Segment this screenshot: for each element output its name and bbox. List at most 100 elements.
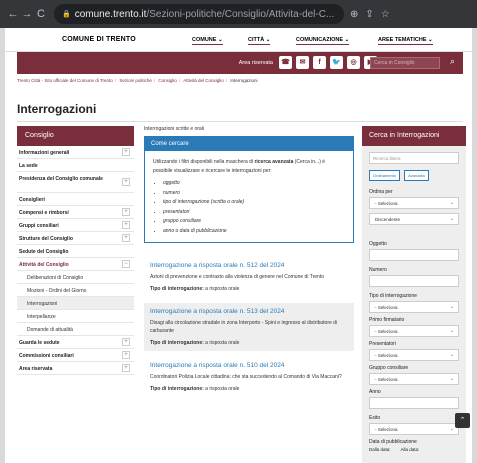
breadcrumb-item[interactable]: Consiglio xyxy=(158,78,177,83)
expand-icon[interactable]: + xyxy=(122,148,130,156)
sidebar-title: Consiglio xyxy=(17,126,134,146)
result-type: Tipo di interrogazione: a risposta orale xyxy=(150,340,240,346)
result-title-link[interactable]: Interrogazione a risposta orale n. 510 d… xyxy=(150,362,348,369)
gruppo-select[interactable]: - Seleziona ⌄ xyxy=(369,373,459,385)
tipo-label: Tipo di interrogazione xyxy=(369,293,417,299)
web-page: COMUNE DI TRENTO COMUNE ⌄ CITTÀ ⌄ COMUNI… xyxy=(5,28,472,463)
list-item: gruppo consiliare xyxy=(163,217,345,227)
sidebar-item[interactable]: La sede xyxy=(17,159,134,172)
scroll-to-top-icon[interactable]: ⌃ xyxy=(455,413,470,428)
breadcrumb-item[interactable]: Attività del Consiglio xyxy=(183,78,224,83)
collapse-icon[interactable]: − xyxy=(122,260,130,268)
instagram-icon[interactable]: ◎ xyxy=(347,56,360,69)
sidebar-item[interactable]: Area riservata + xyxy=(17,362,134,375)
sidebar-item[interactable]: Guarda le sedute + xyxy=(17,336,134,349)
anno-label: Anno xyxy=(369,389,381,395)
presentatori-select[interactable]: - Seleziona ⌄ xyxy=(369,349,459,361)
sidebar-subitem[interactable]: Domande di attualità xyxy=(17,323,134,336)
sidebar-item[interactable]: Informazioni generali + xyxy=(17,146,134,159)
share-icon[interactable]: ⇪ xyxy=(365,9,373,20)
sidebar-item[interactable]: Presidenza del Consiglio comunale + xyxy=(17,172,134,193)
result-title-link[interactable]: Interrogazione a risposta orale n. 512 d… xyxy=(150,262,348,269)
order-label: Ordina per xyxy=(369,189,393,195)
breadcrumb-item[interactable]: Trento Città - Sito ufficiale del Comune… xyxy=(17,78,113,83)
reload-icon[interactable]: C xyxy=(34,8,48,20)
url-host: comune.trento.it xyxy=(74,8,147,20)
result-type: Tipo di interrogazione: a risposta orale xyxy=(150,286,240,292)
expand-icon[interactable]: + xyxy=(122,364,130,372)
sidebar-subitem-active[interactable]: Interrogazioni xyxy=(17,297,134,310)
site-header: COMUNE DI TRENTO COMUNE ⌄ CITTÀ ⌄ COMUNI… xyxy=(5,28,472,52)
search-panel: Cerca in Interrogazioni Ricerca libera O… xyxy=(362,126,466,463)
sidebar-item[interactable]: Compensi e rimborsi + xyxy=(17,206,134,219)
result-title-link[interactable]: Interrogazione a risposta orale n. 513 d… xyxy=(150,308,348,315)
result-item: Interrogazione a risposta orale n. 512 d… xyxy=(144,257,354,297)
sidebar-item-attivita[interactable]: Attività del Consiglio − xyxy=(17,258,134,271)
url-path: /Sezioni-politiche/Consiglio/Attivita-de… xyxy=(146,8,335,20)
primo-firmatario-select[interactable]: - Seleziona ⌄ xyxy=(369,325,459,337)
mail-icon[interactable]: ✉ xyxy=(296,56,309,69)
search-icon[interactable]: ⌕ xyxy=(450,56,455,67)
presentatori-label: Presentatori xyxy=(369,341,396,347)
howto-box: Come cercare Utilizzando i filtri dispon… xyxy=(144,136,354,243)
breadcrumb-item[interactable]: Sezioni politiche xyxy=(119,78,152,83)
gruppo-label: Gruppo consiliare xyxy=(369,365,409,371)
chevron-down-icon: ⌄ xyxy=(449,304,454,310)
forward-arrow-icon[interactable]: → xyxy=(20,8,34,20)
order-select[interactable]: - Seleziona ⌄ xyxy=(369,197,459,209)
result-item: Interrogazione a risposta orale n. 510 d… xyxy=(144,357,354,397)
area-riservata-link[interactable]: Area riservata xyxy=(239,60,273,66)
page-title: Interrogazioni xyxy=(17,102,97,116)
result-description: Disagi alla circolazione stradale in zon… xyxy=(150,320,338,334)
sidebar-item[interactable]: Consiglieri xyxy=(17,193,134,206)
nav-comunicazione[interactable]: COMUNICAZIONE ⌄ xyxy=(296,37,350,45)
nav-comune[interactable]: COMUNE ⌄ xyxy=(192,37,223,45)
list-item: tipo di interrogazione (scritta o orale) xyxy=(163,198,345,208)
sidebar-item[interactable]: Gruppi consiliari + xyxy=(17,219,134,232)
chevron-down-icon: ⌄ xyxy=(449,200,454,206)
advanced-button[interactable]: Avanzata xyxy=(404,170,429,181)
expand-icon[interactable]: + xyxy=(122,221,130,229)
header-search-input[interactable]: Cerca in Consiglio xyxy=(370,57,440,69)
back-arrow-icon[interactable]: ← xyxy=(6,8,20,20)
esito-label: Esito xyxy=(369,415,381,421)
numero-input[interactable] xyxy=(369,275,459,287)
esito-select[interactable]: - Seleziona ⌄ xyxy=(369,423,459,435)
sidebar-subitem[interactable]: Deliberazioni di Consiglio xyxy=(17,271,134,284)
sidebar-item[interactable]: Sedute del Consiglio xyxy=(17,245,134,258)
tipo-select[interactable]: - Seleziona ⌄ xyxy=(369,301,459,313)
sidebar-subitem[interactable]: Interpellanze xyxy=(17,310,134,323)
site-logo[interactable]: COMUNE DI TRENTO xyxy=(62,36,136,43)
direction-select[interactable]: Discendente ⌄ xyxy=(369,213,459,225)
phone-icon[interactable]: ☎ xyxy=(279,56,292,69)
nav-citta[interactable]: CITTÀ ⌄ xyxy=(248,37,271,45)
address-bar[interactable]: 🔒 comune.trento.it/Sezioni-politiche/Con… xyxy=(54,4,344,24)
bookmark-star-icon[interactable]: ☆ xyxy=(381,9,390,20)
sidebar-item[interactable]: Commissioni consiliari + xyxy=(17,349,134,362)
result-type: Tipo di interrogazione: a risposta orale xyxy=(150,386,240,392)
free-search-input[interactable]: Ricerca libera xyxy=(369,152,459,164)
data-pubblicazione-label: Data di pubblicazione xyxy=(369,439,417,445)
expand-icon[interactable]: + xyxy=(122,351,130,359)
nav-aree-tematiche[interactable]: AREE TEMATICHE ⌄ xyxy=(378,37,433,45)
howto-title: Come cercare xyxy=(145,137,353,151)
howto-body: Utilizzando i filtri disponibili nella m… xyxy=(145,151,353,242)
expand-icon[interactable]: + xyxy=(122,234,130,242)
result-description: Coordinatori Polizia Locale cittadina: c… xyxy=(150,374,342,380)
breadcrumb-current: Interrogazioni xyxy=(230,78,258,83)
list-item: presentatori xyxy=(163,208,345,218)
zoom-icon[interactable]: ⊕ xyxy=(350,9,358,20)
result-item: Interrogazione a risposta orale n. 513 d… xyxy=(144,303,354,351)
sidebar-subitem[interactable]: Mozioni - Ordini del Giorno xyxy=(17,284,134,297)
expand-icon[interactable]: + xyxy=(122,338,130,346)
anno-input[interactable] xyxy=(369,397,459,409)
intro-text: Interrogazioni scritte e orali xyxy=(144,126,205,132)
facebook-icon[interactable]: f xyxy=(313,56,326,69)
sidebar-item[interactable]: Strutture del Consiglio + xyxy=(17,232,134,245)
order-button[interactable]: Ordinamento xyxy=(369,170,401,181)
expand-icon[interactable]: + xyxy=(122,208,130,216)
twitter-icon[interactable]: 🐦 xyxy=(330,56,343,69)
oggetto-input[interactable] xyxy=(369,249,459,261)
breadcrumb: Trento Città - Sito ufficiale del Comune… xyxy=(17,78,258,83)
expand-icon[interactable]: + xyxy=(122,178,130,186)
